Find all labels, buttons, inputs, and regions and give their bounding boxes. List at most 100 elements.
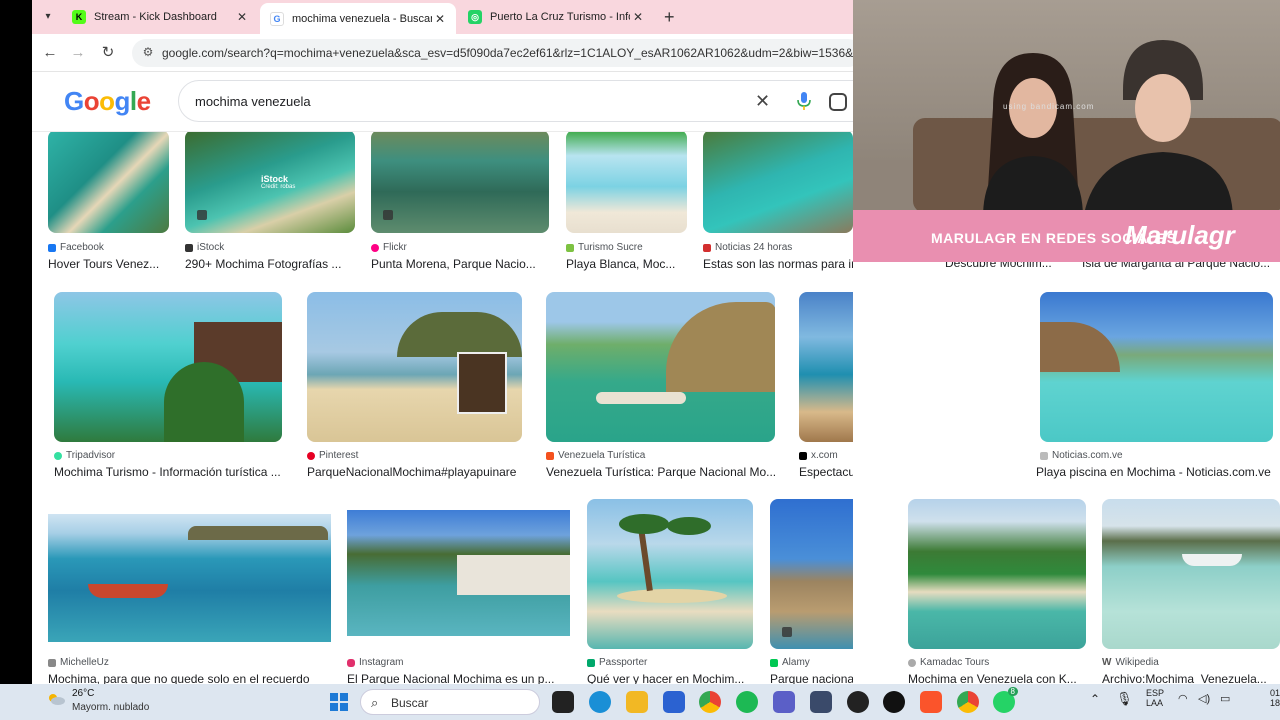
result-caption[interactable]: Venezuela Turística: Parque Nacional Mo.…	[546, 465, 786, 479]
file-explorer-icon[interactable]	[626, 691, 648, 713]
result-source[interactable]: Pinterest	[307, 450, 358, 461]
microphone-tray-icon[interactable]: 🎙	[1116, 691, 1133, 707]
reload-icon[interactable]: ↻	[98, 43, 118, 63]
result-source[interactable]: x.com	[799, 450, 838, 461]
result-thumbnail[interactable]	[54, 292, 282, 442]
result-caption[interactable]: 290+ Mochima Fotografías ...	[185, 257, 355, 271]
result-thumbnail[interactable]	[371, 132, 549, 233]
chrome-icon[interactable]	[699, 691, 721, 713]
result-caption[interactable]: ParqueNacionalMochima#playapuinare	[307, 465, 537, 479]
image-result[interactable]: Kamadac Tours Mochima en Venezuela con K…	[908, 499, 1086, 689]
spotify-icon[interactable]	[736, 691, 758, 713]
image-result[interactable]: Noticias.com.ve Playa piscina en Mochima…	[983, 292, 1280, 482]
image-result[interactable]: Tripadvisor Mochima Turismo - Informació…	[54, 292, 282, 482]
result-caption[interactable]: Punta Morena, Parque Nacio...	[371, 257, 549, 271]
image-result[interactable]: Venezuela Turística Venezuela Turística:…	[546, 292, 776, 482]
battery-icon[interactable]: ▭	[1220, 692, 1230, 705]
result-thumbnail[interactable]	[770, 499, 853, 649]
tab-google-search[interactable]: G mochima venezuela - Buscar co ✕	[260, 3, 456, 34]
microphone-icon[interactable]	[797, 92, 811, 110]
result-thumbnail[interactable]	[307, 292, 522, 442]
start-windows-icon[interactable]	[330, 693, 348, 711]
result-caption[interactable]: El Parque Nacional Mochima es un p...	[347, 672, 577, 684]
result-thumbnail[interactable]	[347, 510, 570, 636]
result-source[interactable]: W Wikipedia	[1102, 657, 1159, 668]
result-thumbnail[interactable]	[1040, 292, 1273, 442]
result-thumbnail[interactable]	[1102, 499, 1280, 649]
result-caption[interactable]: Mochima Turismo - Información turística …	[54, 465, 292, 479]
result-source[interactable]: MichelleUz	[48, 657, 109, 668]
chrome-profile-icon[interactable]	[957, 691, 979, 713]
image-result[interactable]: x.com Espectacular... Playa EL SACO en l…	[799, 292, 853, 482]
taskbar-search[interactable]: ⌕ Buscar	[360, 689, 540, 715]
language-indicator[interactable]: ESP LAA	[1146, 688, 1164, 708]
image-result[interactable]: Flickr Punta Morena, Parque Nacio...	[371, 132, 549, 272]
image-result[interactable]: Instagram El Parque Nacional Mochima es …	[347, 499, 570, 684]
result-caption[interactable]: Espectacular... Playa EL SACO en la...	[799, 465, 853, 479]
image-result[interactable]: Noticias 24 horas Estas son las normas p…	[703, 132, 853, 272]
result-caption[interactable]: Hover Tours Venez...	[48, 257, 169, 271]
site-info-icon[interactable]: ⚙	[140, 45, 156, 61]
tab-puerto-la-cruz[interactable]: ◎ Puerto La Cruz Turismo - Inforn ✕	[458, 3, 654, 31]
new-tab-button[interactable]: +	[664, 7, 675, 28]
search-input[interactable]: mochima venezuela	[195, 94, 311, 109]
clear-icon[interactable]: ✕	[755, 91, 770, 112]
store-icon[interactable]	[663, 691, 685, 713]
close-icon[interactable]: ✕	[630, 10, 646, 24]
result-source[interactable]: Flickr	[371, 242, 407, 253]
lens-camera-icon[interactable]	[829, 93, 847, 111]
back-arrow-icon[interactable]: ←	[40, 43, 60, 63]
result-thumbnail[interactable]	[48, 132, 169, 233]
result-source[interactable]: Passporter	[587, 657, 647, 668]
result-source[interactable]: Noticias.com.ve	[1040, 450, 1123, 461]
address-bar[interactable]: ⚙ google.com/search?q=mochima+venezuela&…	[132, 39, 853, 67]
whatsapp-icon[interactable]: 8	[993, 687, 1018, 713]
result-source[interactable]: Kamadac Tours	[908, 657, 989, 668]
image-result[interactable]: Passporter Qué ver y hacer en Mochim...	[587, 499, 753, 684]
google-logo[interactable]: Google	[64, 86, 151, 117]
brave-icon[interactable]	[920, 691, 942, 713]
result-caption[interactable]: Parque nacional m...	[770, 672, 853, 684]
result-source[interactable]: Tripadvisor	[54, 450, 115, 461]
result-source[interactable]: Alamy	[770, 657, 810, 668]
teams-icon[interactable]	[773, 691, 795, 713]
result-thumbnail[interactable]	[703, 132, 853, 233]
recorder-icon[interactable]	[883, 691, 905, 713]
forward-arrow-icon[interactable]: →	[68, 43, 88, 63]
close-icon[interactable]: ✕	[432, 12, 448, 26]
search-box[interactable]: mochima venezuela ✕	[178, 80, 853, 122]
result-source[interactable]: iStock	[185, 242, 224, 253]
tab-kick[interactable]: K Stream - Kick Dashboard ✕	[62, 3, 258, 31]
image-result[interactable]: iStock Credit: robas iStock 290+ Mochima…	[185, 132, 355, 272]
result-thumbnail[interactable]	[546, 292, 775, 442]
image-result[interactable]: MichelleUz Mochima, para que no quede so…	[48, 499, 331, 684]
result-caption[interactable]: Mochima, para que no quede solo en el re…	[48, 672, 338, 684]
image-result[interactable]: W Wikipedia Archivo:Mochima_Venezuela...	[1102, 499, 1280, 689]
volume-icon[interactable]: ◁)	[1198, 692, 1210, 705]
wifi-icon[interactable]: ◠	[1178, 692, 1188, 705]
image-result[interactable]: Pinterest ParqueNacionalMochima#playapui…	[307, 292, 522, 482]
result-thumbnail[interactable]	[799, 292, 853, 442]
result-caption[interactable]: Playa Blanca, Moc...	[566, 257, 687, 271]
result-source[interactable]: Facebook	[48, 242, 104, 253]
app-icon[interactable]	[810, 691, 832, 713]
close-icon[interactable]: ✕	[234, 10, 250, 24]
result-source[interactable]: Turismo Sucre	[566, 242, 643, 253]
chevron-up-icon[interactable]: ⌃	[1090, 692, 1100, 706]
result-thumbnail[interactable]	[48, 514, 331, 642]
image-result[interactable]: Facebook Hover Tours Venez...	[48, 132, 169, 272]
result-source[interactable]: Venezuela Turística	[546, 450, 645, 461]
result-source[interactable]: Instagram	[347, 657, 403, 668]
result-caption[interactable]: Estas son las normas para ingresar al...	[703, 257, 853, 271]
result-thumbnail[interactable]	[908, 499, 1086, 649]
result-caption[interactable]: Qué ver y hacer en Mochim...	[587, 672, 757, 684]
image-result[interactable]: Alamy Parque nacional m...	[770, 499, 853, 684]
result-thumbnail[interactable]	[587, 499, 753, 649]
result-caption[interactable]: Playa piscina en Mochima - Noticias.com.…	[1036, 465, 1280, 479]
clock[interactable]: 01 18/1/	[1270, 688, 1280, 708]
task-view-icon[interactable]	[552, 691, 574, 713]
edge-icon[interactable]	[589, 691, 611, 713]
result-source[interactable]: Noticias 24 horas	[703, 242, 792, 253]
result-thumbnail[interactable]: iStock Credit: robas	[185, 132, 355, 233]
tab-search-chevron-icon[interactable]: ▾	[40, 9, 56, 25]
